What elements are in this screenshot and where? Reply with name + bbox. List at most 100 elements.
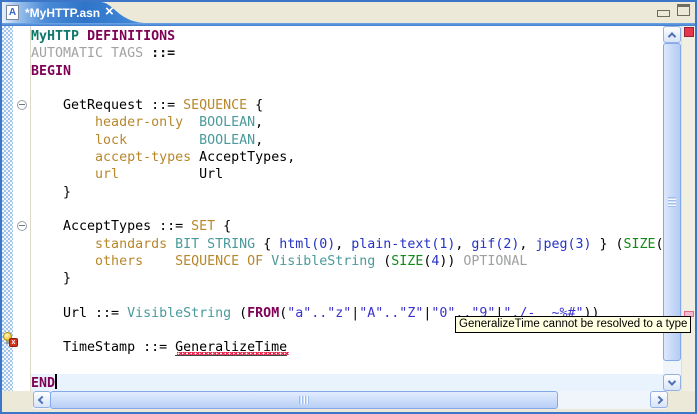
quickfix-error-icon[interactable]: x (3, 332, 18, 347)
code-line[interactable]: AUTOMATIC TAGS ::= (31, 45, 663, 62)
code-token: AUTOMATIC TAGS (31, 46, 144, 62)
code-token: BIT STRING (175, 236, 256, 252)
left-arrow-icon (37, 395, 47, 404)
code-token: GetRequest ::= (31, 98, 184, 114)
error-summary-indicator[interactable] (684, 27, 694, 37)
code-token: VisibleString (271, 253, 376, 269)
code-line[interactable] (31, 201, 663, 218)
horizontal-scrollbar[interactable] (2, 391, 695, 409)
view-window-controls (657, 4, 690, 17)
minimize-icon[interactable] (657, 10, 670, 17)
editor-tab[interactable]: A *MyHTTP.asn × (2, 2, 152, 23)
down-arrow-icon (667, 376, 677, 386)
code-token: html(0) (279, 236, 336, 252)
code-token: BOOLEAN (199, 115, 256, 131)
code-line[interactable]: url Url (31, 166, 663, 183)
code-token: } (31, 184, 72, 200)
code-token: plain-text(1) (351, 236, 456, 252)
vertical-scroll-thumb[interactable] (663, 43, 681, 361)
code-token: lock (95, 132, 128, 148)
code-line[interactable]: AcceptTypes ::= SET { (31, 218, 663, 235)
horizontal-scroll-thumb[interactable] (50, 391, 558, 409)
code-token: BOOLEAN (199, 132, 256, 148)
code-line[interactable]: BEGIN (31, 63, 663, 80)
code-line[interactable] (31, 357, 663, 374)
code-token: , (335, 236, 352, 252)
fold-collapse-icon[interactable] (17, 221, 27, 232)
code-token: MyHTTP (31, 29, 80, 44)
code-line[interactable]: others SEQUENCE OF VisibleString (SIZE(4… (31, 253, 663, 270)
code-token: VisibleString (127, 305, 232, 321)
asn-file-icon: A (6, 5, 19, 20)
code-token: ( (375, 253, 392, 269)
scroll-up-button[interactable] (663, 26, 681, 43)
error-tooltip: GeneralizeTime cannot be resolved to a t… (455, 316, 692, 333)
code-line[interactable]: TimeStamp ::= GeneralizeTime (31, 339, 663, 357)
code-token: SIZE (623, 236, 656, 252)
code-line[interactable]: END (31, 373, 663, 391)
code-token: AcceptTypes ::= (31, 219, 192, 235)
code-line[interactable]: header-only BOOLEAN, (31, 114, 663, 131)
code-line[interactable]: lock BOOLEAN, (31, 132, 663, 149)
code-token: ( (655, 236, 663, 252)
overview-ruler (681, 26, 695, 391)
code-token: SEQUENCE OF (175, 253, 264, 269)
code-token: } ( (591, 236, 624, 252)
scroll-right-button[interactable] (650, 391, 668, 408)
code-token: , (255, 132, 264, 148)
code-line[interactable]: MyHTTP DEFINITIONS (31, 28, 663, 45)
scroll-left-button[interactable] (33, 391, 51, 408)
code-token: accept-types (95, 150, 192, 166)
editor-window: A *MyHTTP.asn × MyHTTP DEFINITIONS AUTOMA… (0, 0, 697, 414)
close-icon[interactable]: × (105, 3, 114, 20)
code-token: Url (199, 167, 224, 183)
error-badge-icon: x (9, 338, 18, 347)
vertical-scrollbar[interactable] (663, 26, 681, 391)
asn-file-icon-letter: A (8, 7, 17, 18)
code-token: header-only (95, 115, 184, 131)
code-line[interactable] (31, 287, 663, 304)
code-line[interactable] (31, 80, 663, 97)
code-lines: MyHTTP DEFINITIONS AUTOMATIC TAGS ::= BEGI… (31, 28, 663, 391)
right-arrow-icon (654, 395, 664, 404)
code-token: { (247, 98, 264, 114)
code-token: AcceptTypes, (199, 150, 296, 166)
editor-area: MyHTTP DEFINITIONS AUTOMATIC TAGS ::= BEGI… (2, 26, 695, 391)
code-token: TimeStamp ::= (31, 340, 176, 356)
code-line[interactable]: accept-types AcceptTypes, (31, 149, 663, 166)
code-token: gif(2) (471, 236, 520, 252)
code-token: , (455, 236, 472, 252)
code-line[interactable]: GetRequest ::= SEQUENCE { (31, 97, 663, 114)
code-token: "A".."Z" (359, 305, 424, 321)
code-line[interactable]: } (31, 184, 663, 201)
code-token: ::= (151, 46, 176, 62)
code-token: jpeg(3) (535, 236, 592, 252)
maximize-icon[interactable] (677, 4, 690, 16)
up-arrow-icon (667, 31, 677, 41)
scroll-down-button[interactable] (663, 374, 681, 391)
text-cursor (55, 373, 58, 389)
code-token: } (31, 271, 72, 287)
code-token: { (215, 219, 232, 235)
fold-collapse-icon[interactable] (17, 100, 27, 111)
code-line[interactable]: standards BIT STRING { html(0), plain-te… (31, 236, 663, 253)
code-token: , (255, 115, 264, 131)
code-line[interactable]: } (31, 270, 663, 287)
code-token: SET (191, 219, 216, 235)
tab-title: *MyHTTP.asn (25, 6, 101, 20)
code-token: Url ::= (31, 305, 128, 321)
tab-bar: A *MyHTTP.asn × (2, 2, 695, 26)
code-token: "a".."z" (287, 305, 352, 321)
